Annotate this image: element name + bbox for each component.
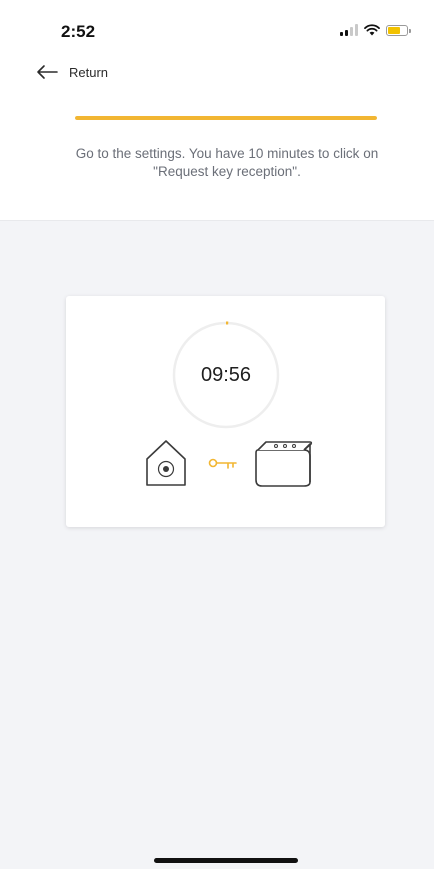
- status-time: 2:52: [61, 22, 96, 41]
- back-button-label: Return: [69, 64, 109, 80]
- arrow-left-icon: [37, 65, 58, 79]
- instruction-text: Go to the settings. You have 10 minutes …: [75, 146, 379, 179]
- status-bar: 2:52: [0, 0, 434, 60]
- home-indicator[interactable]: [154, 858, 298, 863]
- progress-bar-fill: [75, 116, 377, 120]
- status-icons: [340, 24, 411, 36]
- battery-fill: [388, 26, 400, 34]
- wifi-icon: [364, 24, 380, 36]
- countdown-timer: 09:56: [200, 363, 252, 386]
- home-hub-icon: [146, 440, 186, 486]
- timer-card: 09:56: [66, 296, 385, 527]
- progress-bar: [75, 116, 377, 120]
- battery-icon: [386, 24, 411, 36]
- back-button[interactable]: Return: [35, 64, 108, 80]
- lock-module-icon: [255, 441, 313, 487]
- key-icon: [208, 458, 237, 469]
- cellular-signal-icon: [340, 24, 358, 36]
